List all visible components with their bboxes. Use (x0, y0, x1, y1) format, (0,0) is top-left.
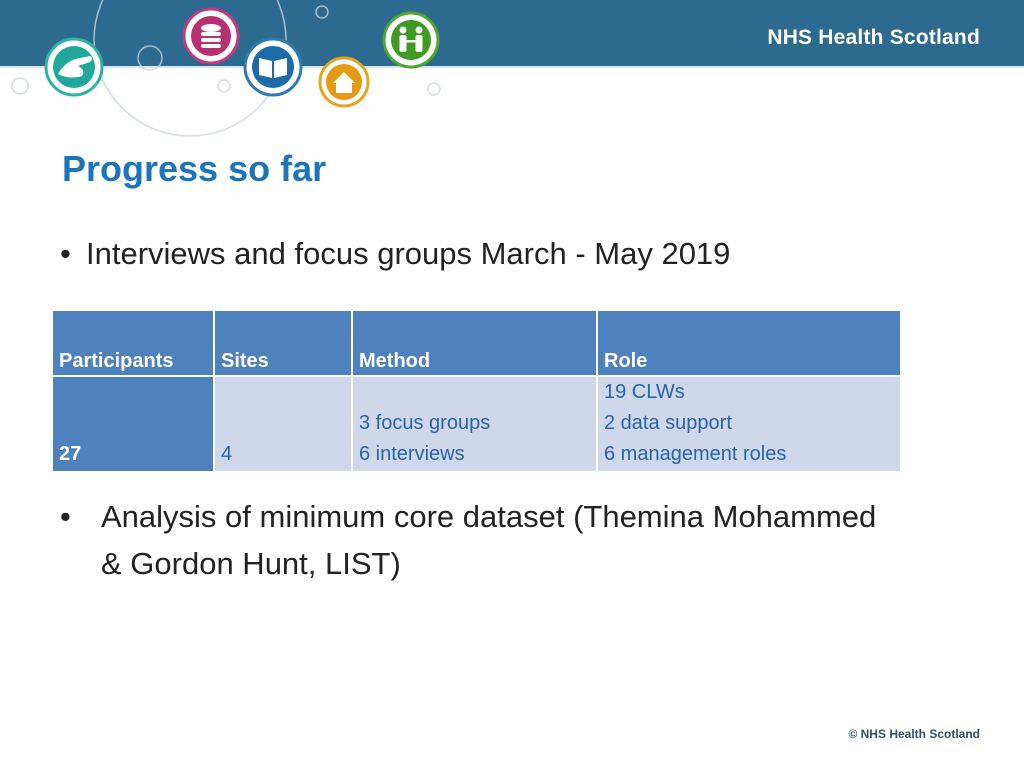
role-line: 19 CLWs (604, 381, 685, 403)
table-header-row: Participants Sites Method Role (51, 309, 902, 377)
cell-method: 3 focus groups 6 interviews (351, 375, 598, 473)
method-line: 3 focus groups (359, 412, 491, 434)
table-row: 27 4 3 focus groups 6 interviews 19 CLWs… (51, 375, 902, 473)
bullet-analysis: • Analysis of minimum core dataset (Them… (60, 493, 880, 587)
header-sites: Sites (213, 309, 353, 377)
hands-icon (44, 37, 104, 97)
bullet-interviews: • Interviews and focus groups March - Ma… (60, 230, 730, 277)
role-line: 6 management roles (604, 443, 787, 465)
role-line: 2 data support (604, 412, 732, 434)
participants-table: Participants Sites Method Role 27 4 3 fo… (51, 309, 902, 473)
house-icon (318, 56, 370, 108)
brand-logo-text: NHS Health Scotland (767, 26, 980, 49)
bullet-dot: • (60, 236, 71, 271)
method-line: 6 interviews (359, 443, 465, 465)
bullet-dot: • (60, 499, 71, 534)
book-icon (243, 37, 303, 97)
slide-title: Progress so far (62, 148, 327, 189)
bullet-text: Interviews and focus groups March - May … (86, 236, 731, 271)
header-role: Role (596, 309, 902, 377)
cell-role: 19 CLWs 2 data support 6 management role… (596, 375, 902, 473)
header-icon-cluster (11, 0, 441, 137)
header-participants: Participants (51, 309, 215, 377)
header-method: Method (351, 309, 598, 377)
coins-icon (182, 7, 240, 65)
bullet-text: Analysis of minimum core dataset (Themin… (101, 499, 877, 581)
cell-sites: 4 (213, 375, 353, 473)
cell-participants: 27 (51, 375, 215, 473)
copyright-footer: © NHS Health Scotland (848, 727, 980, 741)
family-icon (382, 11, 440, 69)
